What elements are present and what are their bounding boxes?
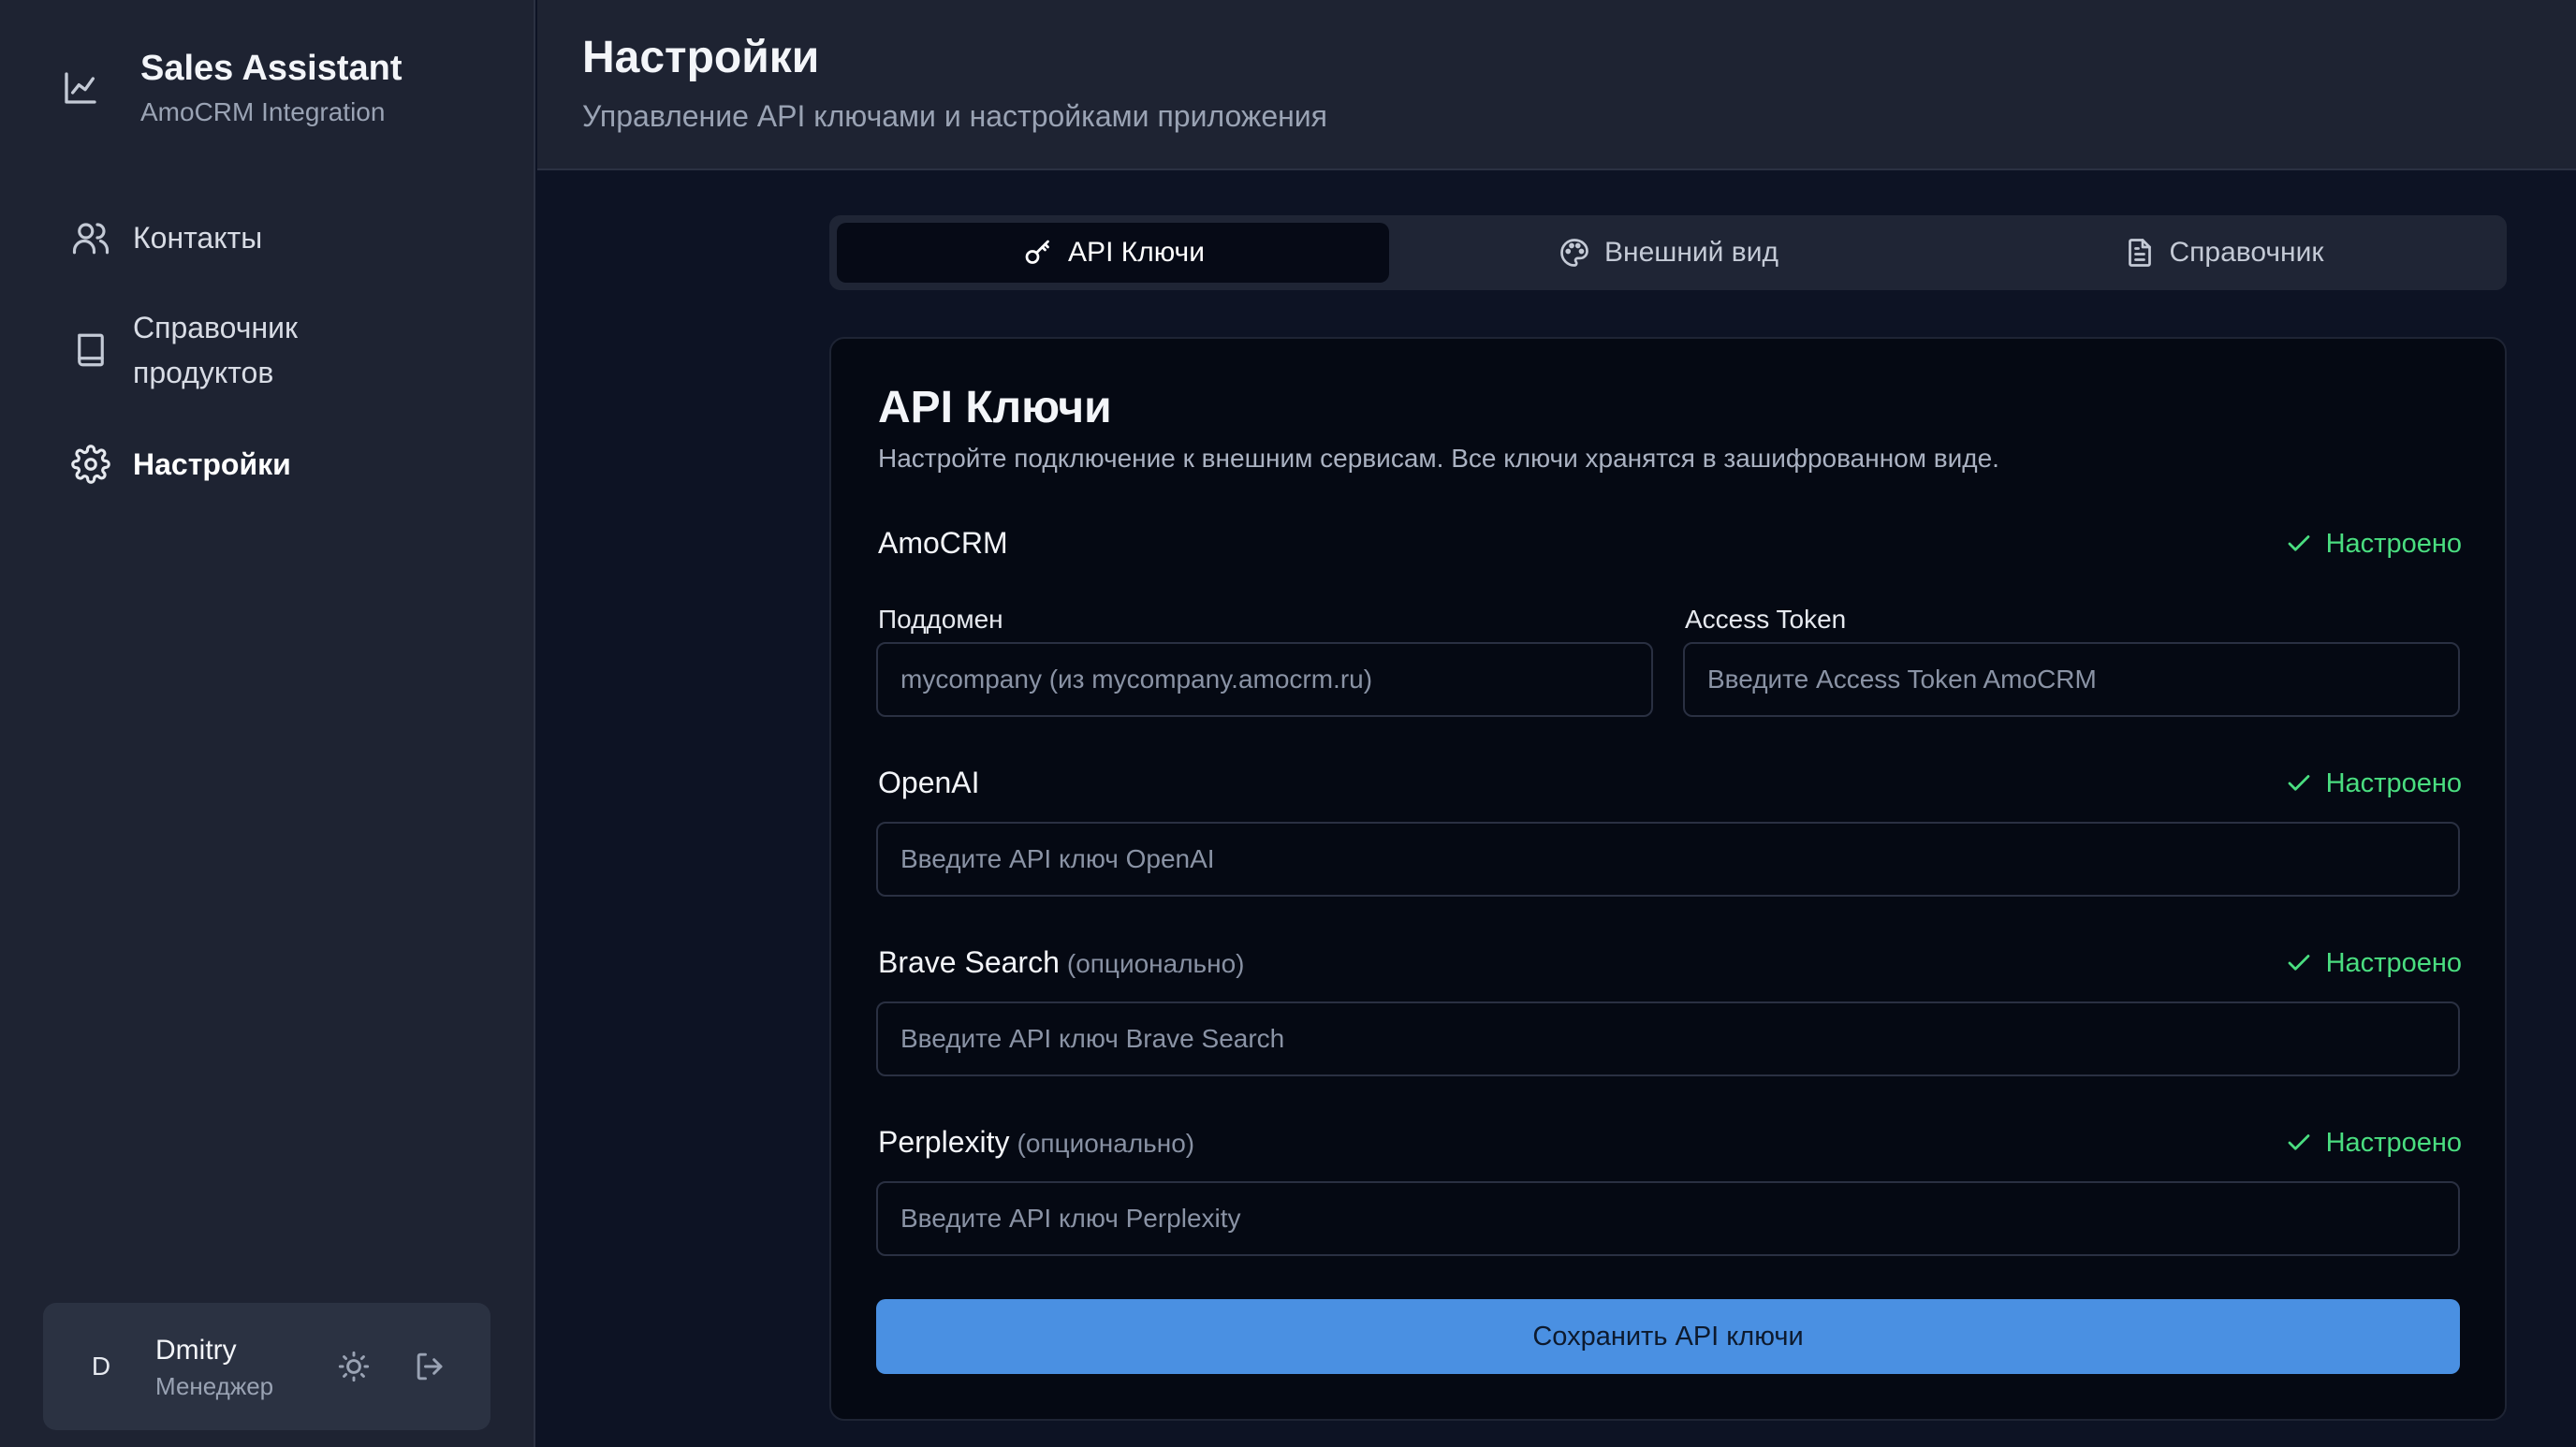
key-icon [1021, 236, 1055, 270]
status-badge: Настроено [2285, 767, 2462, 799]
tab-reference[interactable]: Справочник [1947, 223, 2499, 283]
app-root: Sales Assistant AmoCRM Integration Конта… [0, 0, 2576, 1447]
document-icon [2123, 236, 2157, 270]
brand: Sales Assistant AmoCRM Integration [60, 47, 509, 140]
api-keys-card: API Ключи Настройте подключение к внешни… [829, 337, 2507, 1421]
status-badge: Настроено [2285, 1127, 2462, 1159]
subdomain-input[interactable] [876, 642, 1653, 717]
section-title-openai: OpenAI [878, 766, 980, 799]
sidebar-item-label: Справочник продуктов [133, 311, 298, 389]
section-title-brave: Brave Search (опционально) [878, 945, 1245, 979]
tab-label: Внешний вид [1604, 237, 1778, 268]
theme-toggle-button[interactable] [333, 1346, 374, 1387]
save-api-keys-button[interactable]: Сохранить API ключи [876, 1299, 2460, 1374]
sidebar-item-label: Настройки [133, 447, 291, 481]
tab-api-keys[interactable]: API Ключи [837, 223, 1389, 283]
sidebar-item-products[interactable]: Справочник продуктов [52, 305, 483, 395]
chart-line-icon [62, 69, 99, 107]
optional-label: (опционально) [1017, 1129, 1195, 1158]
sun-icon [333, 1351, 374, 1391]
users-icon [71, 218, 110, 257]
page-title: Настройки [582, 33, 820, 82]
user-name: Dmitry [155, 1335, 237, 1366]
sidebar-item-settings[interactable]: Настройки [52, 442, 483, 487]
brave-key-input[interactable] [876, 1001, 2460, 1076]
check-icon [2285, 949, 2313, 977]
palette-icon [1558, 236, 1591, 270]
tab-label: API Ключи [1068, 237, 1205, 268]
page-header: Настройки Управление API ключами и настр… [537, 0, 2576, 170]
avatar: D [91, 1352, 111, 1381]
subdomain-label: Поддомен [878, 605, 1003, 634]
openai-key-input[interactable] [876, 822, 2460, 897]
status-badge: Настроено [2285, 947, 2462, 979]
app-title: Sales Assistant [140, 49, 402, 88]
logout-button[interactable] [410, 1346, 451, 1387]
sidebar-item-label: Контакты [133, 221, 263, 255]
user-card: D Dmitry Менеджер [43, 1303, 490, 1430]
perplexity-key-input[interactable] [876, 1181, 2460, 1256]
access-token-label: Access Token [1685, 605, 1847, 634]
sidebar: Sales Assistant AmoCRM Integration Конта… [0, 0, 535, 1447]
status-badge: Настроено [2285, 528, 2462, 560]
sidebar-item-contacts[interactable]: Контакты [52, 215, 483, 260]
app-subtitle: AmoCRM Integration [140, 97, 386, 126]
card-description: Настройте подключение к внешним сервисам… [878, 444, 1999, 473]
optional-label: (опционально) [1066, 949, 1245, 978]
gear-icon [71, 445, 110, 484]
section-title-perplexity: Perplexity (опционально) [878, 1125, 1195, 1159]
settings-tabs: API Ключи Внешний вид Справочник [829, 215, 2507, 290]
tab-appearance[interactable]: Внешний вид [1392, 223, 1944, 283]
access-token-input[interactable] [1683, 642, 2460, 717]
card-title: API Ключи [878, 383, 1112, 432]
book-icon [71, 330, 110, 370]
tab-label: Справочник [2169, 237, 2324, 268]
check-icon [2285, 1129, 2313, 1157]
user-role: Менеджер [155, 1372, 274, 1400]
page-subtitle: Управление API ключами и настройками при… [582, 99, 1327, 133]
check-icon [2285, 530, 2313, 558]
logout-icon [410, 1352, 451, 1391]
check-icon [2285, 769, 2313, 797]
section-title-amocrm: AmoCRM [878, 526, 1008, 560]
